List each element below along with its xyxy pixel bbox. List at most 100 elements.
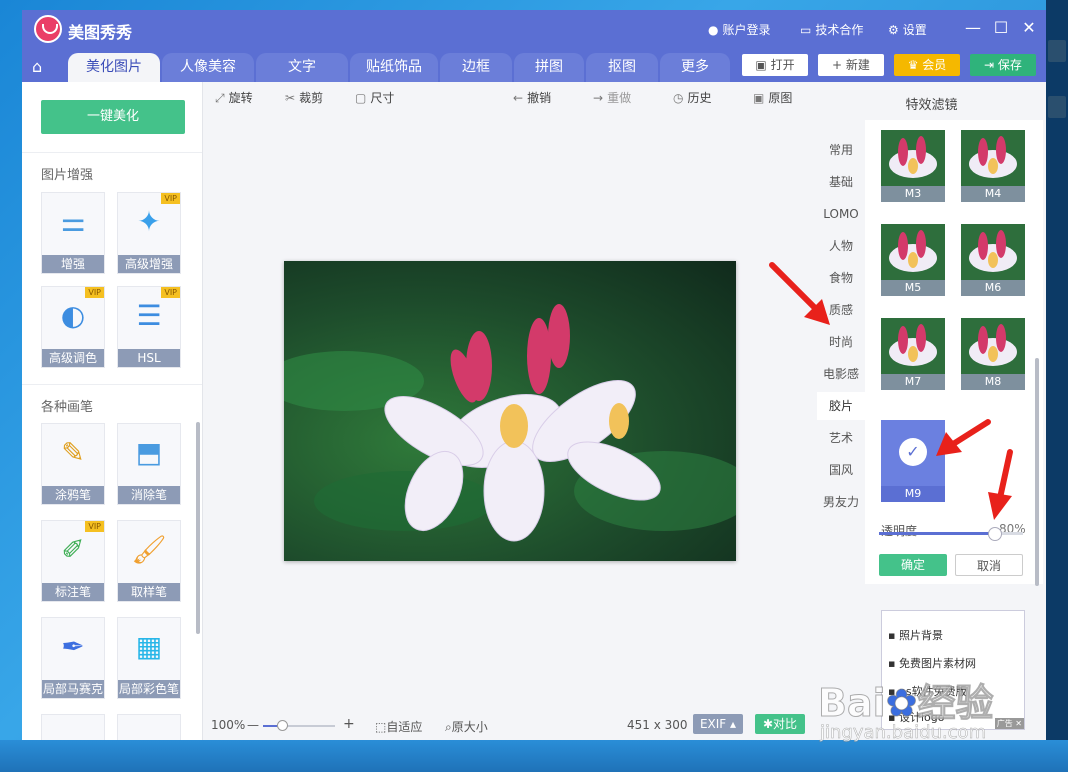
tech-cooperation-button[interactable]: ▭ 技术合作 — [800, 21, 863, 38]
picture-icon: ▣ — [753, 91, 765, 105]
exif-button[interactable]: EXIF ▴ — [693, 714, 743, 734]
canvas-area: ⤢ 旋转 ✂ 裁剪 ▢ 尺寸 ← 撤销 → 重做 ◷ 历史 ▣ 原图 100% … — [203, 82, 817, 740]
filter-category-10[interactable]: 国风 — [817, 456, 865, 484]
tab-collage[interactable]: 拼图 — [514, 53, 584, 82]
tool-advanced-enhance[interactable]: ✦ 高级增强 VIP — [117, 192, 181, 274]
one-click-beautify-button[interactable]: 一键美化 — [41, 100, 185, 134]
zoom-out-button[interactable]: — — [247, 718, 259, 732]
filter-thumb-m5[interactable]: M5 — [881, 224, 945, 296]
filter-category-8[interactable]: 胶片 — [817, 392, 865, 420]
vip-button[interactable]: ♛ 会员 — [894, 54, 960, 76]
desktop-background-right — [1046, 0, 1068, 772]
home-icon[interactable]: ⌂ — [32, 57, 42, 76]
zoom-slider-knob[interactable] — [277, 720, 288, 731]
edited-photo[interactable] — [284, 261, 736, 561]
minimize-button[interactable]: — — [962, 18, 984, 37]
divider — [22, 152, 202, 153]
flower-image — [284, 304, 736, 542]
desktop-icon — [1048, 96, 1066, 118]
tool-hsl[interactable]: ☰ HSL VIP — [117, 286, 181, 368]
main-tab-bar: ⌂ 美化图片 人像美容 文字 贴纸饰品 边框 拼图 抠图 更多 ▣ 打开 + 新… — [22, 48, 1046, 82]
gear-icon: ⚙ — [888, 23, 899, 37]
maximize-button[interactable]: ☐ — [990, 18, 1012, 37]
fit-button[interactable]: ⬚自适应 — [375, 718, 422, 735]
crown-icon: ♛ — [907, 58, 923, 72]
magic-star-icon: ✦ — [137, 205, 161, 238]
size-button[interactable]: ▢ 尺寸 — [355, 89, 394, 106]
ad-tag: 广告 ✕ — [994, 718, 1024, 729]
tool-enhance[interactable]: ⚌ 增强 — [41, 192, 105, 274]
filter-thumb-m4[interactable]: M4 — [961, 130, 1025, 202]
confirm-button[interactable]: 确定 — [879, 554, 947, 576]
left-tool-panel: 一键美化 图片增强 ⚌ 增强 ✦ 高级增强 VIP ◐ 高级调色 VIP ☰ H… — [22, 82, 203, 740]
tab-text[interactable]: 文字 — [256, 53, 348, 82]
tab-cutout[interactable]: 抠图 — [586, 53, 658, 82]
plus-icon: + — [832, 58, 846, 72]
filter-category-9[interactable]: 艺术 — [817, 424, 865, 452]
monitor-icon: ▭ — [800, 23, 812, 37]
ad-link[interactable]: ▪ 免费图片素材网 — [888, 655, 976, 671]
tool-sample-brush[interactable]: 🖌 取样笔 — [117, 520, 181, 602]
tool-partial[interactable] — [41, 714, 105, 740]
tool-doodle-brush[interactable]: ✎ 涂鸦笔 — [41, 423, 105, 505]
settings-button[interactable]: ⚙ 设置 — [888, 21, 927, 38]
filter-scrollbar[interactable] — [1035, 358, 1039, 586]
filter-category-0[interactable]: 常用 — [817, 136, 865, 164]
section-title-brush: 各种画笔 — [41, 400, 94, 415]
compare-button[interactable]: ✱对比 — [755, 714, 805, 734]
rotate-button[interactable]: ⤢ 旋转 — [215, 89, 253, 106]
tab-more[interactable]: 更多 — [660, 53, 730, 82]
mosaic-pen-icon: ✒ — [61, 630, 85, 663]
zoom-in-button[interactable]: + — [343, 716, 355, 732]
redo-button[interactable]: → 重做 — [593, 89, 631, 106]
filter-category-2[interactable]: LOMO — [817, 200, 865, 228]
actual-size-button[interactable]: ⌕原大小 — [445, 718, 488, 735]
taskbar — [0, 740, 1068, 772]
filter-panel: 特效滤镜 常用 基础 LOMO 人物 食物 质感 时尚 电影感 胶片 艺术 国风 男友力 M3 M4 … — [817, 82, 1046, 740]
sliders-icon: ⚌ — [60, 205, 86, 238]
filter-thumb-m6[interactable]: M6 — [961, 224, 1025, 296]
filter-category-1[interactable]: 基础 — [817, 168, 865, 196]
tool-partial[interactable] — [117, 714, 181, 740]
filter-category-11[interactable]: 男友力 — [817, 488, 865, 516]
original-button[interactable]: ▣ 原图 — [753, 89, 792, 106]
tab-stickers[interactable]: 贴纸饰品 — [350, 53, 438, 82]
tool-local-mosaic[interactable]: ✒ 局部马赛克 — [41, 617, 105, 699]
cancel-button[interactable]: 取消 — [955, 554, 1023, 576]
left-scrollbar[interactable] — [196, 422, 200, 634]
filter-thumb-m8[interactable]: M8 — [961, 318, 1025, 390]
history-button[interactable]: ◷ 历史 — [673, 89, 712, 106]
tool-advanced-color[interactable]: ◐ 高级调色 VIP — [41, 286, 105, 368]
image-icon: ▣ — [755, 58, 771, 72]
clock-icon: ◷ — [673, 91, 684, 105]
app-window: 美图秀秀 ● 账户登录 ▭ 技术合作 ⚙ 设置 — ☐ ✕ ⌂ 美化图片 人像美容 文… — [22, 10, 1046, 740]
zoom-slider[interactable] — [263, 720, 335, 731]
crop-button[interactable]: ✂ 裁剪 — [285, 89, 323, 106]
filter-thumb-m7[interactable]: M7 — [881, 318, 945, 390]
filter-thumb-m3[interactable]: M3 — [881, 130, 945, 202]
vip-badge: VIP — [85, 521, 104, 532]
tab-beautify[interactable]: 美化图片 — [68, 53, 160, 82]
magnifier-icon: ⌕ — [445, 720, 452, 734]
red-arrow-annotation — [769, 262, 830, 325]
rotate-icon: ⤢ — [215, 91, 225, 105]
tab-frame[interactable]: 边框 — [440, 53, 512, 82]
open-button[interactable]: ▣ 打开 — [742, 54, 808, 76]
new-button[interactable]: + 新建 — [818, 54, 884, 76]
opacity-slider[interactable] — [879, 527, 1023, 541]
undo-button[interactable]: ← 撤销 — [513, 89, 551, 106]
tool-marker[interactable]: ✐ 标注笔 VIP — [41, 520, 105, 602]
title-bar: 美图秀秀 ● 账户登录 ▭ 技术合作 ⚙ 设置 — ☐ ✕ — [22, 10, 1046, 48]
filter-category-7[interactable]: 电影感 — [817, 360, 865, 388]
vip-badge: VIP — [161, 193, 180, 204]
close-button[interactable]: ✕ — [1018, 18, 1040, 37]
ad-link[interactable]: ▪ 照片背景 — [888, 627, 943, 643]
save-button[interactable]: ⇥ 保存 — [970, 54, 1036, 76]
login-button[interactable]: ● 账户登录 — [708, 21, 771, 38]
hsl-sliders-icon: ☰ — [136, 299, 162, 332]
sample-brush-icon: 🖌 — [131, 533, 167, 566]
tab-portrait[interactable]: 人像美容 — [162, 53, 254, 82]
checkmark-icon: ✓ — [899, 438, 927, 466]
tool-local-color-pen[interactable]: ▦ 局部彩色笔 — [117, 617, 181, 699]
tool-eraser[interactable]: ⬒ 消除笔 — [117, 423, 181, 505]
